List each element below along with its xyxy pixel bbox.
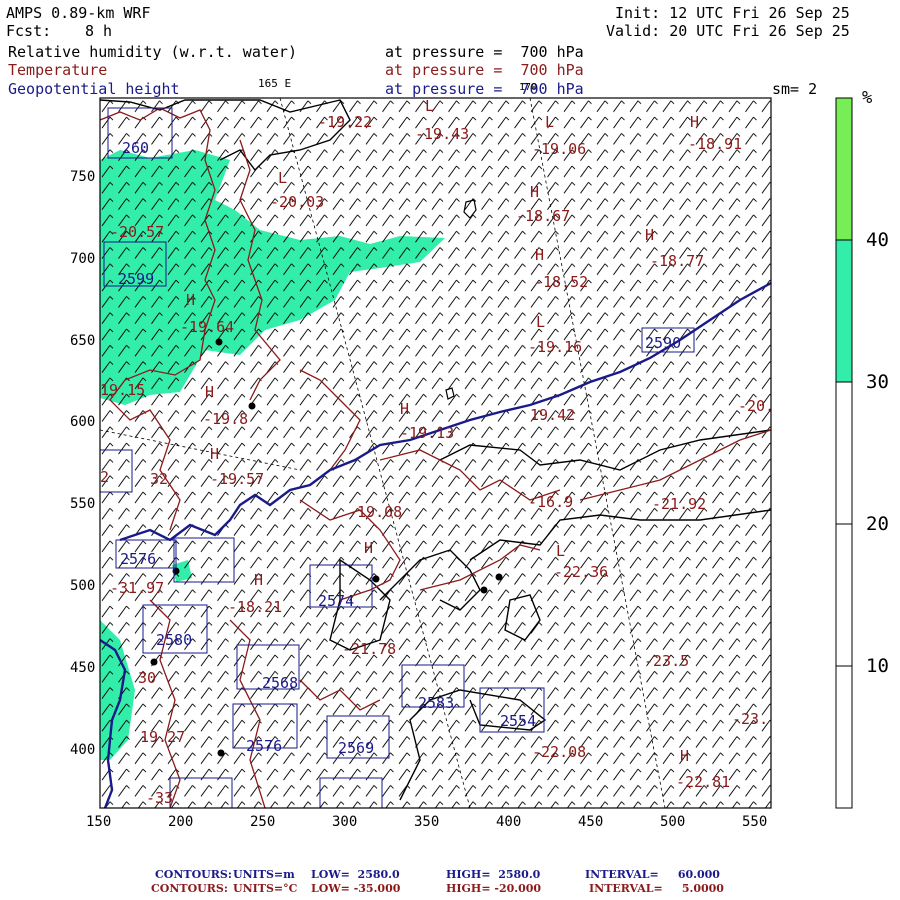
temperature-label-21: -19.16 [528, 338, 582, 356]
temperature-label-2: -19.43 [415, 125, 469, 143]
x-tick-300: 300 [332, 814, 358, 830]
footer-temp-interval: INTERVAL= 5.0000 [589, 882, 724, 895]
footer-geo-units: UNITS=m [233, 868, 295, 881]
temperature-label-5: H [690, 113, 699, 131]
y-tick-400: 400 [70, 742, 96, 758]
temperature-label-41: H [254, 571, 263, 589]
temperature-label-9: -20.03 [270, 193, 324, 211]
temperature-label-10: H [530, 183, 539, 201]
colorbar-band-30-40 [836, 240, 852, 383]
geopotential-label-37: 2576 [120, 550, 156, 568]
temperature-label-57: 19.27 [140, 728, 185, 746]
colorbar-label-20: 20 [866, 513, 889, 535]
x-tick-200: 200 [168, 814, 194, 830]
y-tick-700: 700 [70, 251, 96, 267]
temperature-label-14: -18.77 [650, 252, 704, 270]
footer-temp-high: HIGH= -20.000 [446, 882, 542, 895]
geopotential-label-54: 2569 [338, 739, 374, 757]
temperature-label-38: L [556, 542, 565, 560]
temperature-label-34: -16.9 [528, 493, 573, 511]
x-tick-500: 500 [660, 814, 686, 830]
colorbar-band-40-50 [836, 98, 852, 241]
y-tick-550: 550 [70, 496, 96, 512]
x-tick-550: 550 [742, 814, 768, 830]
geopotential-label-50: 2554 [500, 712, 536, 730]
geopotential-label-45: 2580 [156, 631, 192, 649]
x-tick-450: 450 [578, 814, 604, 830]
temperature-label-39: -22.36 [554, 563, 608, 581]
temperature-label-4: -19.06 [532, 140, 586, 158]
x-tick-350: 350 [414, 814, 440, 830]
temperature-label-36: -19.08 [348, 503, 402, 521]
geopotential-label-52: 2576 [246, 737, 282, 755]
temperature-label-30: H [210, 445, 219, 463]
x-tick-250: 250 [250, 814, 276, 830]
y-tick-600: 600 [70, 414, 96, 430]
temperature-label-53: -22.08 [532, 743, 586, 761]
y-tick-500: 500 [70, 578, 96, 594]
temperature-label-19: -19.64 [180, 318, 234, 336]
temperature-label-42: -18.21 [228, 598, 282, 616]
temperature-label-28: 19.42 [530, 406, 575, 424]
temperature-label-31: -19.57 [210, 470, 264, 488]
temperature-label-32: 2 [100, 468, 109, 486]
temperature-label-3: L [545, 113, 554, 131]
temperature-label-16: H [535, 246, 544, 264]
colorbar-label-40: 40 [866, 229, 889, 251]
temperature-label-0: -19.22 [318, 113, 372, 131]
temperature-label-18: H [186, 291, 195, 309]
x-tick-150: 150 [86, 814, 112, 830]
geopotential-label-15: 2599 [118, 270, 154, 288]
temperature-label-48: -23.5 [644, 652, 689, 670]
temperature-label-29: -20. [738, 397, 774, 415]
geopotential-label-22: 2590 [645, 334, 681, 352]
temperature-label-27: -19.13 [400, 424, 454, 442]
temperature-label-56: -22.81 [676, 773, 730, 791]
temperature-label-46: -21.78 [342, 640, 396, 658]
y-tick-750: 750 [70, 169, 96, 185]
temperature-label-12: -20.57 [110, 223, 164, 241]
temperature-label-1: L [425, 97, 434, 115]
footer-geo-low: LOW= 2580.0 [311, 868, 400, 881]
footer-temp-units: UNITS=°C [233, 882, 298, 895]
temperature-label-40: -31.97 [110, 579, 164, 597]
temperature-label-43: H [364, 539, 373, 557]
geopotential-label-44: 2574 [318, 592, 354, 610]
temperature-label-59: 30 [138, 669, 156, 687]
geopotential-label-7: 260 [122, 139, 149, 157]
temperature-label-13: H [645, 226, 654, 244]
colorbar-label-10: 10 [866, 655, 889, 677]
temperature-label-23: 19.15 [100, 381, 145, 399]
temperature-label-24: H [205, 383, 214, 401]
weather-map-page: { "header": { "model": "AMPS 0.89-km WRF… [0, 0, 900, 900]
x-tick-400: 400 [496, 814, 522, 830]
y-tick-650: 650 [70, 333, 96, 349]
temperature-label-35: -21.92 [652, 495, 706, 513]
temperature-label-55: H [680, 747, 689, 765]
temperature-label-20: L [536, 313, 545, 331]
footer-geo-high: HIGH= 2580.0 [446, 868, 541, 881]
temperature-label-33: 32 [150, 470, 168, 488]
colorbar-label-30: 30 [866, 371, 889, 393]
temperature-label-6: -18.91 [688, 135, 742, 153]
temperature-label-8: L [278, 169, 287, 187]
map-plot: -19.22 L -19.43 L -19.06 H -18.91 260 L -20.03 H -1… [99, 97, 853, 809]
temperature-label-17: -18.52 [534, 273, 588, 291]
footer-temp-low: LOW= -35.000 [311, 882, 401, 895]
geopotential-label-47: 2568 [262, 674, 298, 692]
geopotential-label-49: 2583 [418, 694, 454, 712]
footer-geo-contours: CONTOURS: [155, 868, 232, 881]
footer-geo-interval: INTERVAL= 60.000 [585, 868, 720, 881]
temperature-label-51: -23. [732, 710, 768, 728]
temperature-label-11: -18.67 [516, 207, 570, 225]
colorbar-unit: % [862, 88, 873, 108]
temperature-label-58: -33 [146, 789, 173, 807]
temperature-label-25: -19.8 [203, 410, 248, 428]
footer-temp-contours: CONTOURS: [151, 882, 228, 895]
temperature-label-26: H [400, 400, 409, 418]
y-tick-450: 450 [70, 660, 96, 676]
